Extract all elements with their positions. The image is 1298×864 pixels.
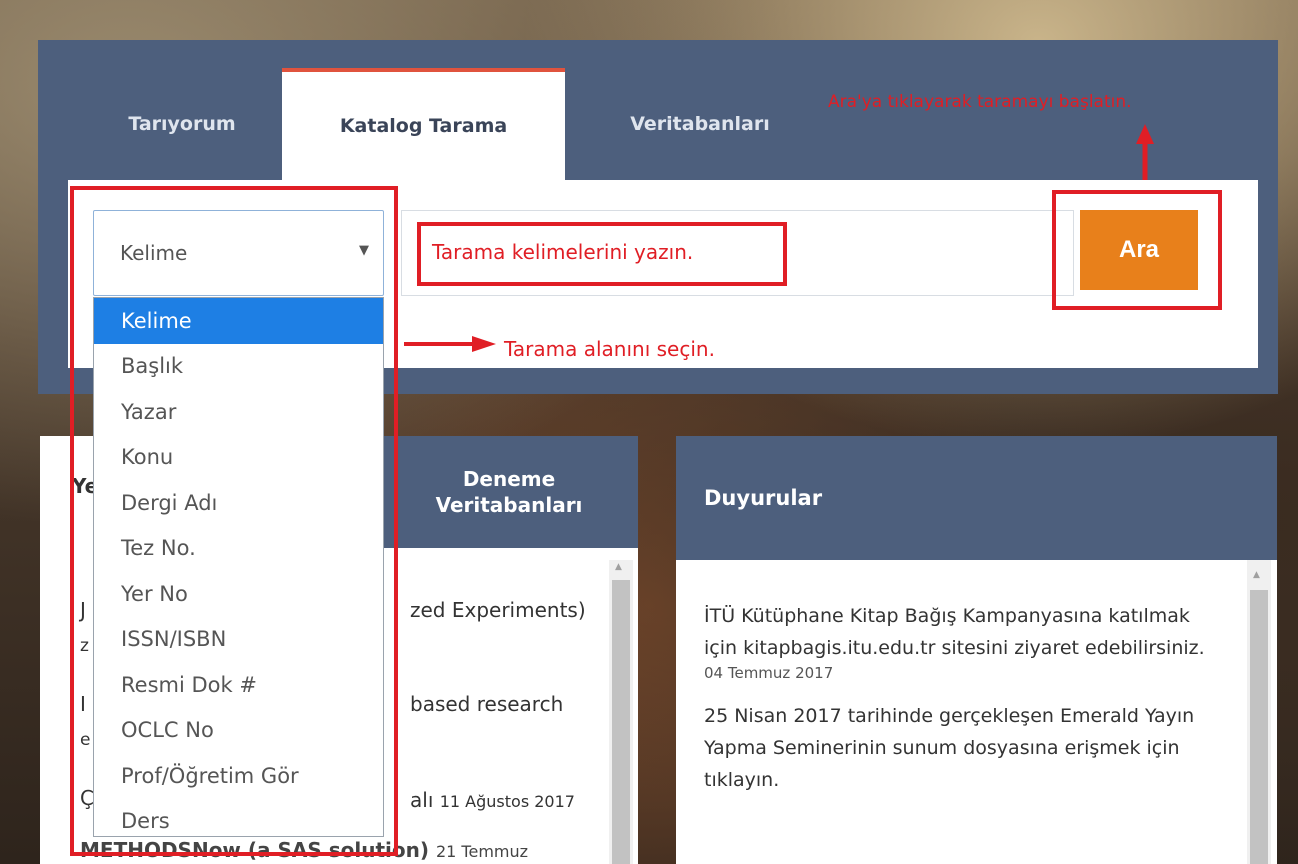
left-panel-title: Deneme Veritabanları <box>435 467 583 517</box>
scroll-up-icon[interactable]: ▲ <box>615 562 622 572</box>
list-item[interactable]: zed Experiments) <box>410 598 586 622</box>
news-item-date: 04 Temmuz 2017 <box>704 664 834 682</box>
list-item[interactable]: based research <box>410 692 563 716</box>
tab-label: Tarıyorum <box>128 113 236 135</box>
tab-label: Veritabanları <box>630 113 770 135</box>
left-scrollbar-thumb[interactable] <box>612 580 630 864</box>
annotation-start-search: Ara'ya tıklayarak taramayı başlatın. <box>828 92 1132 112</box>
scroll-up-icon[interactable]: ▲ <box>1253 570 1260 580</box>
tab-veritabanlari[interactable]: Veritabanları <box>600 68 800 180</box>
announcements-title: Duyurular <box>704 486 823 510</box>
list-item-title: alı <box>410 788 434 812</box>
announcements-body: İTÜ Kütüphane Kitap Bağış Kampanyasına k… <box>676 560 1277 864</box>
announcements-header: Duyurular <box>676 436 1277 560</box>
arrow-right-icon <box>404 336 496 352</box>
annotation-box-query <box>417 222 787 286</box>
list-item[interactable]: alı 11 Ağustos 2017 <box>410 788 575 812</box>
annotation-box-field <box>70 186 398 856</box>
news-item-text[interactable]: 25 Nisan 2017 tarihinde gerçekleşen Emer… <box>704 700 1217 796</box>
annotation-box-button <box>1052 190 1222 310</box>
tab-katalog-tarama[interactable]: Katalog Tarama <box>282 68 565 180</box>
tab-tariyorum[interactable]: Tarıyorum <box>82 68 282 180</box>
right-scrollbar-thumb[interactable] <box>1250 590 1268 864</box>
news-item-text[interactable]: İTÜ Kütüphane Kitap Bağış Kampanyasına k… <box>704 600 1217 664</box>
list-item-date: 11 Ağustos 2017 <box>439 792 575 811</box>
list-item-date: 21 Temmuz <box>435 842 529 861</box>
annotation-select-field: Tarama alanını seçin. <box>504 337 715 361</box>
tab-label: Katalog Tarama <box>339 115 508 137</box>
left-panel-header[interactable]: Deneme Veritabanları <box>380 436 638 548</box>
